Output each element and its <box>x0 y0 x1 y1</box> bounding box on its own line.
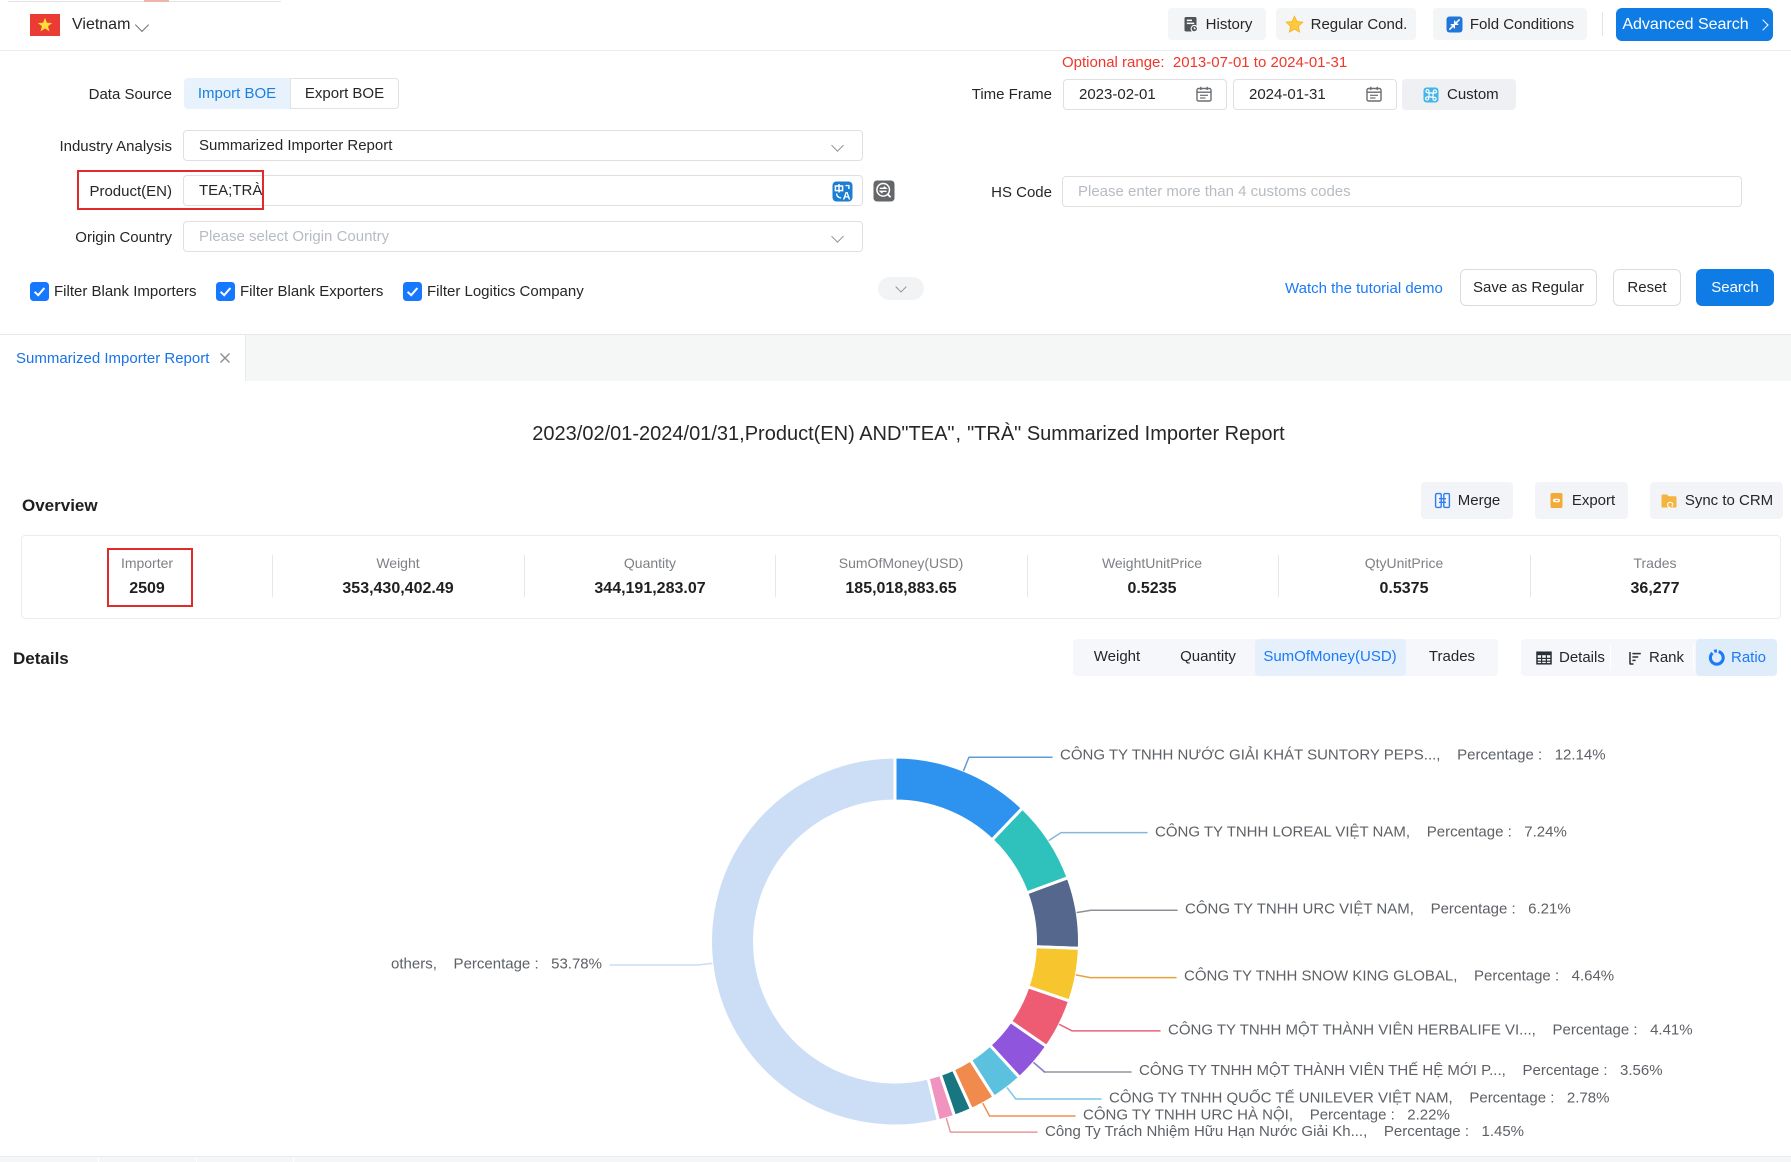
svg-text:CÔNG TY TNHH LOREAL VIỆT NAM,: CÔNG TY TNHH LOREAL VIỆT NAM, Percentage… <box>1155 824 1567 841</box>
svg-text:A: A <box>843 190 851 202</box>
svg-text:others, Percentage : 53.7: others, Percentage : 53.78% <box>391 956 602 973</box>
svg-text:CÔNG TY TNHH URC VIỆT NAM,: CÔNG TY TNHH URC VIỆT NAM, Percentage : … <box>1185 901 1571 918</box>
svg-text:CÔNG TY TNHH QUỐC TẾ UNILEVER: CÔNG TY TNHH QUỐC TẾ UNILEVER VIỆT NAM, … <box>1109 1089 1609 1107</box>
svg-text:CÔNG TY TNHH NƯỚC GIẢI KHÁT SU: CÔNG TY TNHH NƯỚC GIẢI KHÁT SUNTORY PEPS… <box>1060 747 1606 764</box>
svg-text:CÔNG TY TNHH MỘT THÀNH VIÊN HE: CÔNG TY TNHH MỘT THÀNH VIÊN HERBALIFE VI… <box>1168 1022 1693 1039</box>
svg-text:CÔNG TY TNHH SNOW KING GLOBAL,: CÔNG TY TNHH SNOW KING GLOBAL, Percentag… <box>1184 968 1614 985</box>
svg-text:CÔNG TY TNHH MỘT THÀNH VIÊN TH: CÔNG TY TNHH MỘT THÀNH VIÊN THẾ HỆ MỚI P… <box>1139 1062 1663 1079</box>
svg-text:CÔNG TY TNHH URC HÀ NỘI, Pe: CÔNG TY TNHH URC HÀ NỘI, Percentage : 2.… <box>1083 1107 1450 1124</box>
svg-text:Công Ty Trách Nhiệm Hữu Hạn Nư: Công Ty Trách Nhiệm Hữu Hạn Nước Giải Kh… <box>1045 1123 1524 1140</box>
